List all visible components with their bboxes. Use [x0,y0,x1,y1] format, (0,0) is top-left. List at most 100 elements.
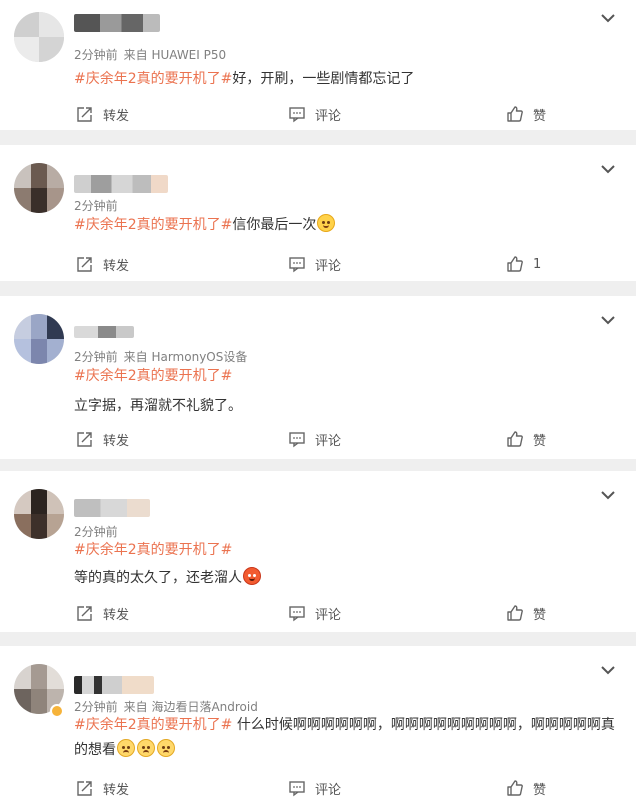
post-text: #庆余年2真的要开机了# 什么时候啊啊啊啊啊啊，啊啊啊啊啊啊啊啊啊，啊啊啊啊啊真… [74,713,616,763]
like-button[interactable]: 赞 [506,601,546,625]
forward-icon [77,781,92,796]
post-body: 立字据，再溜就不礼貌了。 [74,398,242,414]
comment-label: 评论 [315,433,342,449]
post-meta: 2分钟前 来自 HUAWEI P50 [74,46,226,63]
username-blurred[interactable] [74,499,150,517]
chevron-down-icon[interactable] [600,163,616,175]
topic-link[interactable]: #庆余年2真的要开机了# [74,217,232,233]
like-label: 赞 [533,607,547,623]
forward-button[interactable]: 转发 [76,102,129,126]
forward-icon [77,257,92,272]
post-time: 2分钟前 [74,350,118,364]
chevron-down-icon[interactable] [600,12,616,24]
avatar[interactable] [14,489,64,539]
like-button[interactable]: 赞 [506,102,546,126]
action-bar: 转发 评论 赞 [0,601,636,625]
post-body: 好，开刷，一些剧情都忘记了 [232,71,415,87]
like-label: 赞 [533,433,547,449]
thumbs-up-icon [507,605,523,621]
like-count: 1 [533,256,542,272]
sad-emoji-icon [157,739,175,757]
post-time: 2分钟前 [74,700,118,714]
thumbs-up-icon [507,256,523,272]
post-body: 等的真的太久了，还老溜人 [74,570,242,586]
smile-emoji-icon [317,214,336,232]
post-time: 2分钟前 [74,48,118,62]
post-card: 2分钟前 #庆余年2真的要开机了#信你最后一次 转发 评论 1 [0,145,636,281]
username-blurred[interactable] [74,326,134,338]
post-time: 2分钟前 [74,525,118,539]
comment-label: 评论 [315,258,342,274]
avatar[interactable] [14,314,64,364]
verified-badge-icon [50,704,64,718]
comment-label: 评论 [315,108,342,124]
thumbs-up-icon [507,106,523,122]
comment-icon [289,781,305,797]
post-source: 来自 HUAWEI P50 [123,48,227,62]
angry-emoji-icon [243,567,261,585]
username-blurred[interactable] [74,14,160,32]
action-bar: 转发 评论 赞 [0,102,636,126]
chevron-down-icon[interactable] [600,314,616,326]
comment-button[interactable]: 评论 [288,427,341,451]
forward-label: 转发 [103,108,130,124]
post-text: #庆余年2真的要开机了# 立字据，再溜就不礼貌了。 [74,364,616,419]
comment-button[interactable]: 评论 [288,252,341,276]
topic-link[interactable]: #庆余年2真的要开机了# [74,542,232,558]
action-bar: 转发 评论 赞 [0,427,636,451]
like-button[interactable]: 赞 [506,776,546,800]
comment-button[interactable]: 评论 [288,601,341,625]
forward-label: 转发 [103,782,130,798]
thumbs-up-icon [507,780,523,796]
forward-button[interactable]: 转发 [76,427,129,451]
post-source: 来自 HarmonyOS设备 [123,350,248,364]
like-button[interactable]: 赞 [506,427,546,451]
post-meta: 2分钟前 来自 HarmonyOS设备 [74,348,247,365]
comment-icon [289,257,305,273]
sad-emoji-icon [117,739,135,757]
post-card: 2分钟前 来自 HUAWEI P50 #庆余年2真的要开机了#好，开刷，一些剧情都… [0,0,636,130]
forward-label: 转发 [103,258,130,274]
post-text: #庆余年2真的要开机了#好，开刷，一些剧情都忘记了 [74,67,616,92]
like-button[interactable]: 1 [506,252,541,276]
topic-link[interactable]: #庆余年2真的要开机了# [74,717,232,733]
like-label: 赞 [533,782,547,798]
comment-button[interactable]: 评论 [288,776,341,800]
post-card: 2分钟前 来自 海边看日落Android #庆余年2真的要开机了# 什么时候啊啊啊… [0,646,636,806]
forward-icon [77,606,92,621]
topic-link[interactable]: #庆余年2真的要开机了# [74,71,232,87]
post-body: 信你最后一次 [232,217,317,233]
forward-button[interactable]: 转发 [76,776,129,800]
like-label: 赞 [533,108,547,124]
post-card: 2分钟前 来自 HarmonyOS设备 #庆余年2真的要开机了# 立字据，再溜就不… [0,296,636,459]
avatar[interactable] [14,163,64,213]
comment-icon [289,606,305,622]
post-text: #庆余年2真的要开机了#信你最后一次 [74,213,616,238]
chevron-down-icon[interactable] [600,489,616,501]
comment-label: 评论 [315,782,342,798]
topic-link[interactable]: #庆余年2真的要开机了# [74,368,232,384]
comment-icon [289,432,305,448]
forward-button[interactable]: 转发 [76,252,129,276]
comment-button[interactable]: 评论 [288,102,341,126]
post-text: #庆余年2真的要开机了# 等的真的太久了，还老溜人 [74,538,616,591]
forward-icon [77,432,92,447]
forward-label: 转发 [103,607,130,623]
username-blurred[interactable] [74,175,168,193]
action-bar: 转发 评论 赞 [0,776,636,800]
forward-icon [77,107,92,122]
post-meta: 2分钟前 [74,197,124,214]
comment-icon [289,107,305,123]
forward-button[interactable]: 转发 [76,601,129,625]
thumbs-up-icon [507,431,523,447]
avatar[interactable] [14,12,64,62]
comment-label: 评论 [315,607,342,623]
post-time: 2分钟前 [74,199,118,213]
chevron-down-icon[interactable] [600,664,616,676]
username-blurred[interactable] [74,676,154,694]
post-card: 2分钟前 #庆余年2真的要开机了# 等的真的太久了，还老溜人 转发 评论 赞 [0,471,636,632]
action-bar: 转发 评论 1 [0,252,636,276]
sad-emoji-icon [137,739,155,757]
post-source: 来自 海边看日落Android [123,700,258,714]
forward-label: 转发 [103,433,130,449]
